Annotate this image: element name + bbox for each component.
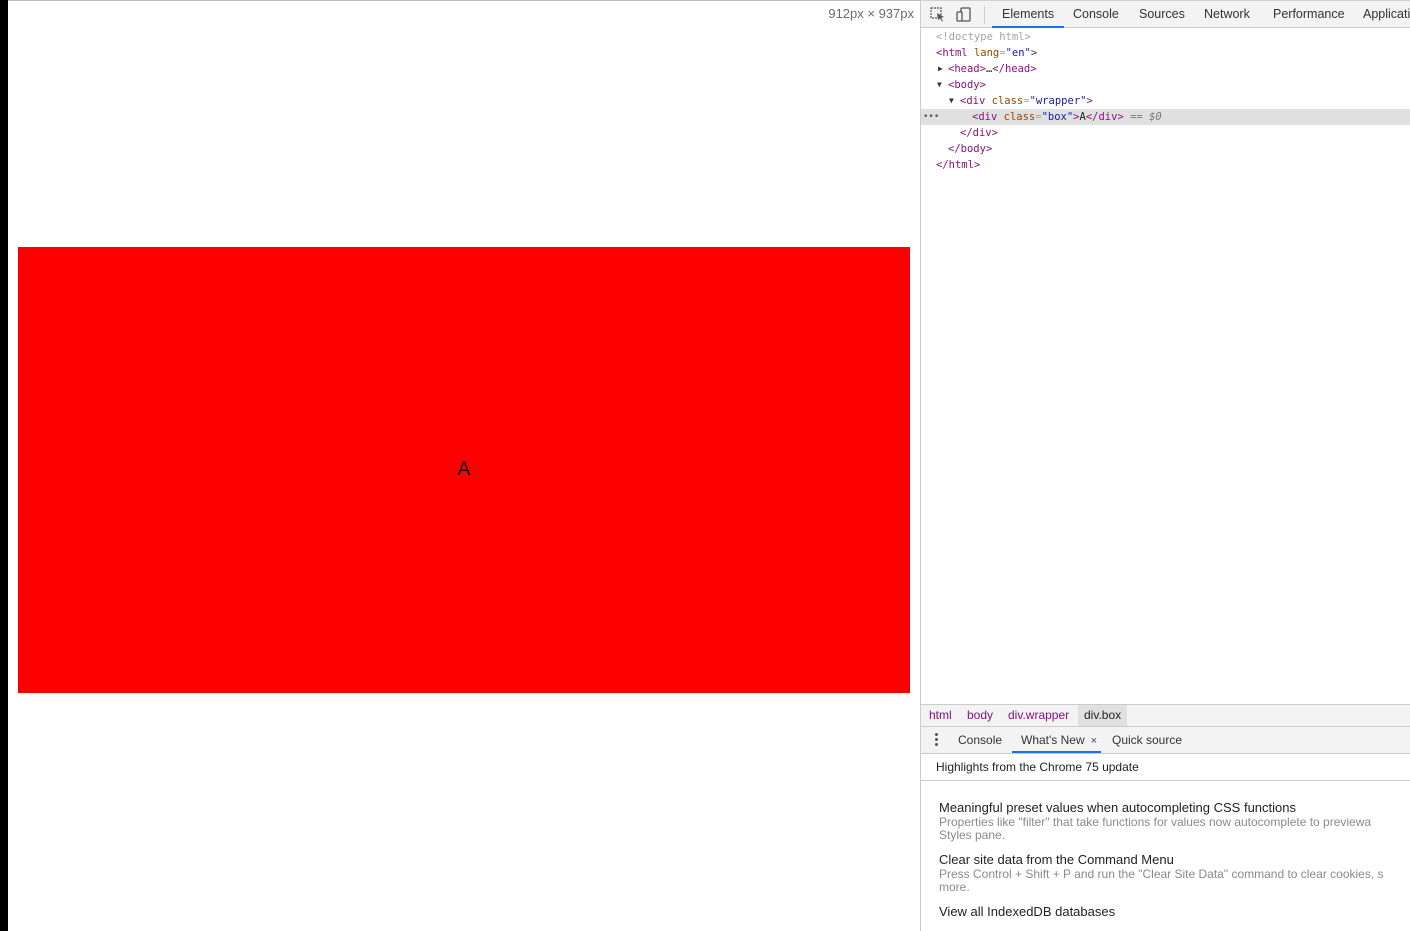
collapse-triangle-icon[interactable]: ▼: [937, 77, 942, 93]
drawer-tab-bar: Console What's New × Quick source: [921, 727, 1410, 754]
inspect-element-icon[interactable]: [930, 7, 946, 22]
dom-tree: <!doctype html> <html lang="en"> ▶ <head…: [921, 29, 1410, 173]
device-toolbar-icon[interactable]: [956, 7, 972, 22]
collapse-triangle-icon[interactable]: ▼: [949, 93, 954, 109]
devtools-panel: Elements Console Sources Network Perform…: [920, 0, 1410, 931]
news-item[interactable]: View all IndexedDB databases: [939, 903, 1410, 920]
tree-line-doctype[interactable]: <!doctype html>: [921, 29, 1410, 45]
tree-line-box-selected[interactable]: ••• <div class="box">A</div> == $0: [921, 109, 1410, 125]
more-options-icon[interactable]: •••: [923, 109, 939, 125]
toolbar-separator: [984, 6, 985, 24]
tab-elements[interactable]: Elements: [992, 1, 1065, 28]
drawer-tab-quick-source[interactable]: Quick source: [1112, 727, 1182, 753]
breadcrumb-div-box[interactable]: div.box: [1078, 705, 1128, 726]
page-viewport: 912px × 937px A: [8, 1, 920, 931]
tree-line-html-close[interactable]: </html>: [921, 157, 1410, 173]
breadcrumb: html body div.wrapper div.box: [921, 704, 1410, 727]
viewport-size-label: 912px × 937px: [828, 6, 914, 21]
breadcrumb-body[interactable]: body: [961, 705, 999, 726]
tree-line-div-close[interactable]: </div>: [921, 125, 1410, 141]
tab-network[interactable]: Network: [1204, 1, 1250, 28]
tab-sources[interactable]: Sources: [1139, 1, 1185, 28]
news-item[interactable]: Meaningful preset values when autocomple…: [939, 799, 1410, 842]
red-box[interactable]: A: [18, 247, 910, 693]
tree-line-body[interactable]: ▼ <body>: [921, 77, 1410, 93]
tree-line-body-close[interactable]: </body>: [921, 141, 1410, 157]
close-tab-icon[interactable]: ×: [1091, 735, 1097, 747]
window-left-edge: [0, 0, 8, 931]
tree-line-head[interactable]: ▶ <head>…</head>: [921, 61, 1410, 77]
devtools-toolbar: Elements Console Sources Network Perform…: [921, 0, 1410, 28]
breadcrumb-html[interactable]: html: [923, 705, 958, 726]
tree-line-html[interactable]: <html lang="en">: [921, 45, 1410, 61]
whats-new-list: Meaningful preset values when autocomple…: [939, 799, 1410, 929]
news-item[interactable]: Clear site data from the Command Menu Pr…: [939, 851, 1410, 894]
tab-application[interactable]: Applicati: [1363, 1, 1410, 28]
tab-console[interactable]: Console: [1073, 1, 1119, 28]
drawer-tab-console[interactable]: Console: [958, 727, 1002, 753]
drawer-tab-whats-new[interactable]: What's New ×: [1012, 727, 1102, 753]
expand-triangle-icon[interactable]: ▶: [938, 61, 943, 77]
whats-new-header: Highlights from the Chrome 75 update: [921, 754, 1410, 781]
breadcrumb-div-wrapper[interactable]: div.wrapper: [1002, 705, 1075, 726]
box-text: A: [457, 459, 471, 480]
tab-performance[interactable]: Performance: [1273, 1, 1345, 28]
drawer-menu-icon[interactable]: [935, 733, 939, 747]
tree-line-wrapper[interactable]: ▼ <div class="wrapper">: [921, 93, 1410, 109]
